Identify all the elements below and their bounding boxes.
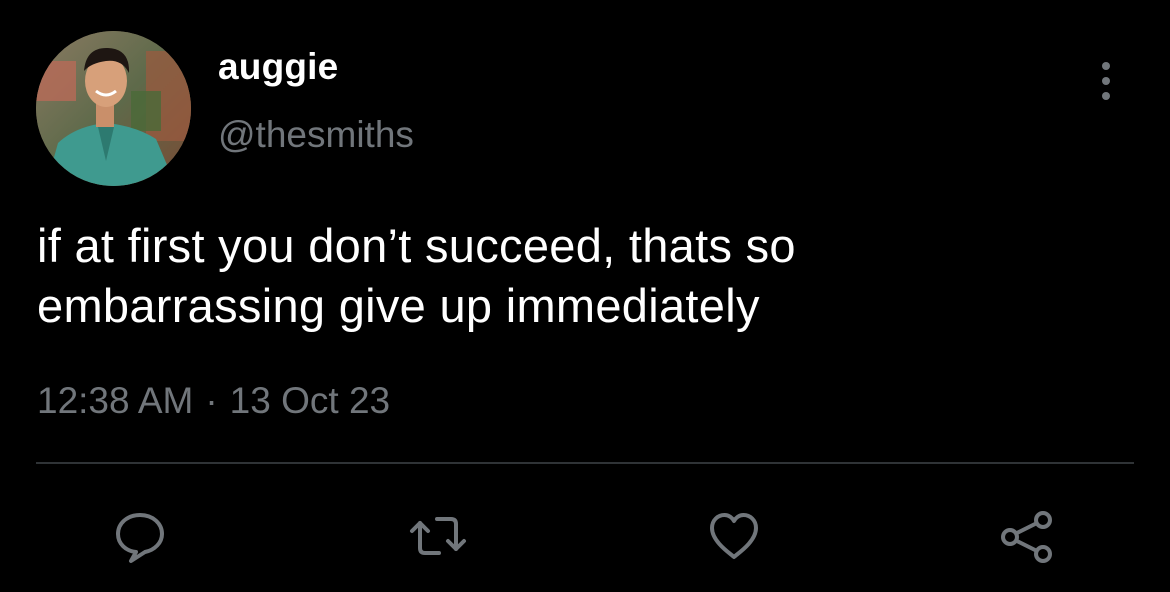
speech-bubble-icon	[116, 513, 164, 563]
share-icon	[1001, 511, 1052, 563]
tweet-timestamp[interactable]: 12:38 AM · 13 Oct 23	[37, 380, 390, 422]
reply-button[interactable]	[110, 506, 170, 566]
meta-separator: ·	[205, 380, 218, 421]
more-dot-icon	[1102, 77, 1110, 85]
like-button[interactable]	[704, 506, 764, 566]
heart-icon	[710, 513, 758, 559]
tweet-card: auggie @thesmiths if at first you don’t …	[0, 0, 1170, 592]
avatar-photo	[36, 31, 191, 186]
more-options-button[interactable]	[1088, 58, 1124, 104]
divider	[36, 462, 1134, 464]
tweet-date: 13 Oct 23	[229, 380, 391, 421]
retweet-icon	[410, 517, 466, 555]
more-dot-icon	[1102, 92, 1110, 100]
tweet-time: 12:38 AM	[37, 380, 194, 421]
more-dot-icon	[1102, 62, 1110, 70]
retweet-button[interactable]	[408, 506, 468, 566]
share-button[interactable]	[998, 506, 1058, 566]
avatar[interactable]	[36, 31, 191, 186]
tweet-text: if at first you don’t succeed, thats so …	[37, 219, 796, 332]
user-handle[interactable]: @thesmiths	[218, 114, 414, 156]
display-name[interactable]: auggie	[218, 46, 338, 88]
